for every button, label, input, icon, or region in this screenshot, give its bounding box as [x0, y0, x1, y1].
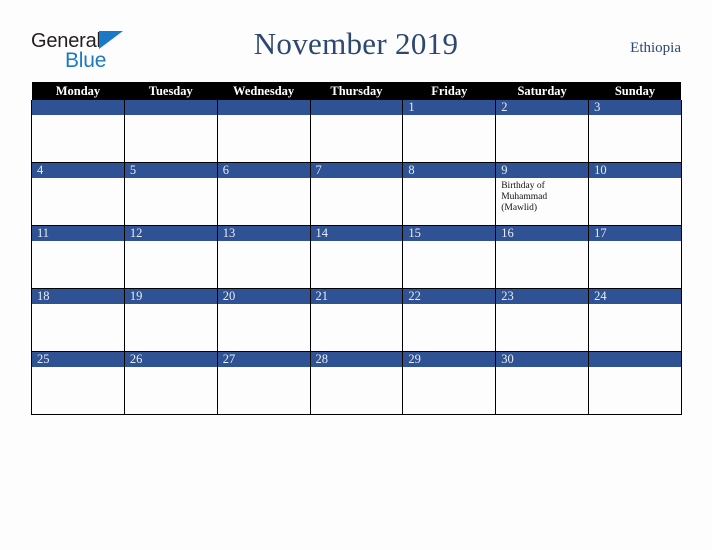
day-number [310, 100, 403, 115]
calendar-day-cell[interactable]: 3 [588, 100, 682, 163]
calendar-day-cell[interactable]: 28 [309, 351, 404, 415]
day-number: 24 [589, 289, 681, 304]
day-number: 29 [403, 352, 496, 367]
day-number: 6 [217, 163, 310, 178]
calendar-empty-cell[interactable] [588, 351, 682, 415]
calendar-week-row: 4 5 6 7 8 9 Birthday of Muhammad (Mawlid) 10 [31, 162, 682, 226]
calendar-day-cell[interactable]: 16 [495, 225, 590, 289]
day-number: 11 [32, 226, 124, 241]
calendar-day-cell[interactable]: 30 [495, 351, 590, 415]
weekday-header-friday: Friday [402, 82, 496, 100]
day-number: 30 [496, 352, 589, 367]
day-number: 17 [589, 226, 681, 241]
day-number: 23 [496, 289, 589, 304]
calendar-day-cell[interactable]: 7 [309, 162, 404, 226]
day-number [32, 100, 124, 115]
day-number: 22 [403, 289, 496, 304]
day-number: 5 [124, 163, 217, 178]
calendar-day-cell[interactable]: 21 [309, 288, 404, 352]
day-number: 21 [310, 289, 403, 304]
day-number: 25 [32, 352, 124, 367]
day-number: 27 [217, 352, 310, 367]
calendar-day-cell[interactable]: 25 [31, 351, 125, 415]
weekday-header-saturday: Saturday [495, 82, 589, 100]
calendar-empty-cell[interactable] [309, 100, 404, 163]
day-number: 16 [496, 226, 589, 241]
day-number: 19 [124, 289, 217, 304]
calendar-empty-cell[interactable] [123, 100, 218, 163]
calendar-day-cell[interactable]: 15 [402, 225, 497, 289]
calendar-body: 1 2 3 4 5 6 7 8 9 Birthday of Muhammad (Mawlid) 10… [31, 100, 682, 415]
day-number [589, 352, 681, 367]
day-number: 8 [403, 163, 496, 178]
day-number: 3 [589, 100, 681, 115]
day-number: 14 [310, 226, 403, 241]
calendar-empty-cell[interactable] [31, 100, 125, 163]
day-number: 7 [310, 163, 403, 178]
day-number: 26 [124, 352, 217, 367]
calendar-day-cell[interactable]: 2 [495, 100, 590, 163]
page-header: General Blue November 2019 Ethiopia [31, 26, 681, 78]
calendar-day-cell[interactable]: 10 [588, 162, 682, 226]
day-number: 9 [496, 163, 589, 178]
calendar-day-cell[interactable]: 17 [588, 225, 682, 289]
calendar-day-cell[interactable]: 26 [123, 351, 218, 415]
day-number: 28 [310, 352, 403, 367]
calendar-day-cell[interactable]: 12 [123, 225, 218, 289]
calendar-empty-cell[interactable] [216, 100, 311, 163]
calendar-day-cell[interactable]: 18 [31, 288, 125, 352]
calendar-week-row: 123 [31, 100, 682, 163]
weekday-header-row: Monday Tuesday Wednesday Thursday Friday… [31, 82, 682, 100]
day-number: 18 [32, 289, 124, 304]
calendar-day-cell[interactable]: 14 [309, 225, 404, 289]
calendar-week-row: 11 12 13 14 15 16 17 [31, 225, 682, 289]
calendar-day-cell[interactable]: 6 [216, 162, 311, 226]
calendar-day-cell[interactable]: 24 [588, 288, 682, 352]
calendar-day-cell[interactable]: 5 [123, 162, 218, 226]
weekday-header-wednesday: Wednesday [217, 82, 311, 100]
day-number: 15 [403, 226, 496, 241]
calendar-page: General Blue November 2019 Ethiopia Mond… [0, 0, 712, 550]
month-calendar-table: Monday Tuesday Wednesday Thursday Friday… [31, 82, 682, 415]
calendar-day-cell[interactable]: 8 [402, 162, 497, 226]
day-number: 13 [217, 226, 310, 241]
calendar-day-cell[interactable]: 20 [216, 288, 311, 352]
calendar-week-row: 18 19 20 21 22 23 24 [31, 288, 682, 352]
calendar-week-row: 25 26 27 28 29 30 [31, 351, 682, 415]
day-number [124, 100, 217, 115]
day-number: 20 [217, 289, 310, 304]
weekday-header-monday: Monday [31, 82, 125, 100]
page-title: November 2019 [253, 26, 459, 61]
calendar-day-cell[interactable]: 27 [216, 351, 311, 415]
holiday-event: Birthday of Muhammad (Mawlid) [501, 181, 548, 213]
weekday-header-sunday: Sunday [588, 82, 682, 100]
calendar-day-cell[interactable]: 13 [216, 225, 311, 289]
day-number [217, 100, 310, 115]
calendar-day-cell[interactable]: 4 [31, 162, 125, 226]
day-number: 10 [589, 163, 681, 178]
calendar-day-cell[interactable]: 22 [402, 288, 497, 352]
weekday-header-tuesday: Tuesday [124, 82, 218, 100]
day-number: 4 [32, 163, 124, 178]
calendar-day-cell[interactable]: 19 [123, 288, 218, 352]
calendar-day-cell[interactable]: 9 Birthday of Muhammad (Mawlid) [495, 162, 590, 226]
calendar-day-cell[interactable]: 23 [495, 288, 590, 352]
day-number: 2 [496, 100, 589, 115]
day-number: 1 [403, 100, 496, 115]
calendar-day-cell[interactable]: 1 [402, 100, 497, 163]
calendar-day-cell[interactable]: 11 [31, 225, 125, 289]
calendar-day-cell[interactable]: 29 [402, 351, 497, 415]
weekday-header-thursday: Thursday [310, 82, 403, 100]
country-label: Ethiopia [630, 40, 681, 56]
day-events: Birthday of Muhammad (Mawlid) [496, 178, 588, 214]
day-number: 12 [124, 226, 217, 241]
